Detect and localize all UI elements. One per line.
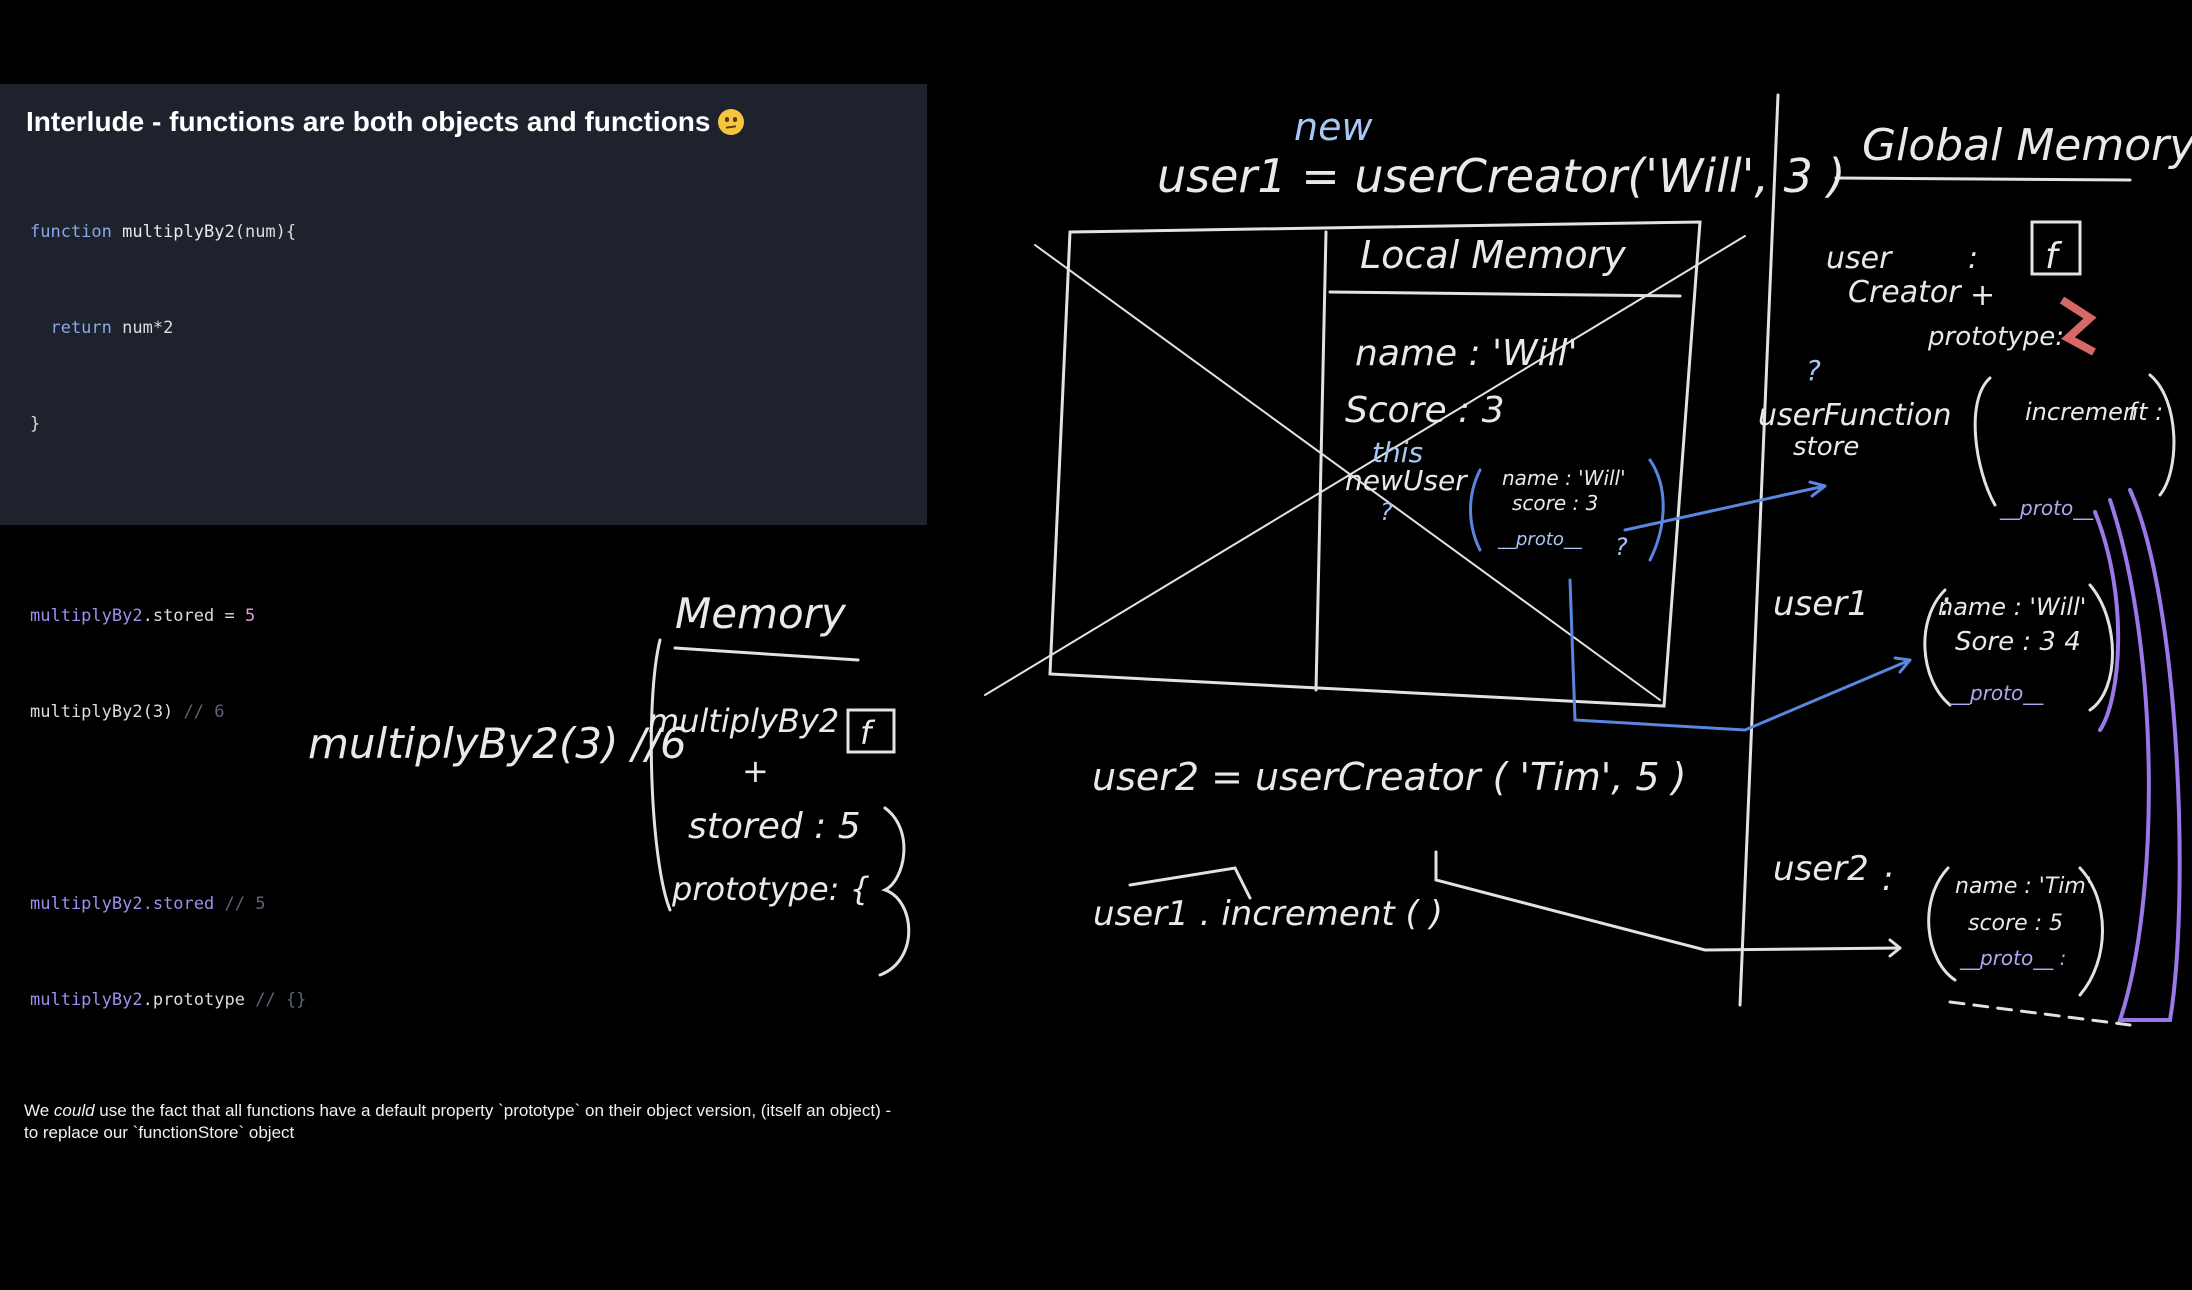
user2-brace: [1927, 866, 1957, 982]
question-mark-label: ?: [1380, 498, 1393, 526]
local-score-label: Score : 3: [1345, 390, 1505, 431]
user2-assignment-label: user2 = userCreator ( 'Tim', 5 ): [1092, 755, 1686, 799]
user2-score-label: score : 5: [1968, 911, 2063, 936]
user2-label: user2: [1773, 849, 1869, 889]
colon-label: :: [1968, 241, 1978, 276]
local-name-label: name : 'Will': [1355, 333, 1578, 374]
user2-name-label: name : 'Tim': [1955, 874, 2092, 899]
dashed-line: [1948, 1000, 2132, 1027]
local-memory-heading: Local Memory: [1360, 233, 1626, 277]
memory-brace-left: [649, 638, 672, 912]
newuser-proto-label: __proto__: [1497, 529, 1583, 550]
call-line-label: multiplyBy2(3) //6: [308, 719, 687, 768]
chalkboard-drawing: new user1 = userCreator('Will', 3 ) Loca…: [308, 93, 2192, 1027]
memory-brace-right: [878, 806, 911, 977]
fn-label: multiplyBy2: [648, 702, 839, 740]
plus-label: +: [1970, 278, 1995, 313]
plus-label: +: [742, 752, 769, 790]
store-proto-label: __proto__: [1999, 496, 2094, 520]
increment-call-label: user1 . increment ( ): [1093, 894, 1443, 934]
store-brace: [2148, 373, 2176, 497]
user1-proto-label: __proto__: [1949, 681, 2044, 705]
local-memory-underline: [1328, 290, 1682, 298]
userfunctionstore-label: store: [1793, 432, 1859, 462]
video-frame: Interlude - functions are both objects a…: [0, 0, 2192, 1290]
stored-property-label: stored : 5: [688, 806, 861, 847]
question-mark-label: ?: [1806, 354, 1821, 387]
global-memory-heading: Global Memory: [1862, 120, 2192, 171]
user1-label: user1: [1773, 584, 1869, 624]
newuser-brace: [1469, 468, 1482, 552]
global-prototype-label: prototype:: [1927, 322, 2064, 352]
user1-name-label: name : 'Will': [1938, 593, 2086, 621]
global-memory-underline: [1834, 176, 2132, 182]
usercreator-label: Creator: [1848, 275, 1962, 310]
increment-entry-label: increment :: [2025, 398, 2163, 426]
proto-pointer: [1623, 484, 1827, 532]
user1-score-label: Sore : 3 4: [1955, 627, 2081, 657]
user1-brace: [2088, 583, 2114, 712]
prototype-property-label: prototype: {: [671, 870, 870, 908]
new-keyword-label: new: [1294, 105, 1373, 149]
newuser-score-label: score : 3: [1512, 491, 1598, 515]
local-memory-divider: [1314, 230, 1328, 692]
newuser-name-label: name : 'Will': [1502, 466, 1626, 490]
user1-proto-link: [2093, 510, 2121, 732]
newuser-proto-question: ?: [1615, 533, 1628, 561]
user2-proto-link: [2108, 488, 2182, 1022]
global-fn-box-label: f: [2045, 236, 2063, 277]
user1-assignment-label: user1 = userCreator('Will', 3 ): [1157, 149, 1845, 203]
user2-proto-label: __proto__ :: [1959, 946, 2066, 970]
memory-underline: [673, 646, 860, 662]
memory-heading: Memory: [675, 589, 847, 638]
userfunctionstore-label: userFunction: [1758, 398, 1951, 433]
scribble-mark: [2059, 296, 2097, 356]
fn-box-label: f: [860, 714, 876, 752]
usercreator-label: user: [1826, 241, 1893, 276]
colon-label: :: [1882, 859, 1893, 899]
newuser-brace: [1648, 458, 1665, 562]
store-brace: [1973, 376, 1997, 507]
newuser-label: newUser: [1345, 464, 1468, 497]
